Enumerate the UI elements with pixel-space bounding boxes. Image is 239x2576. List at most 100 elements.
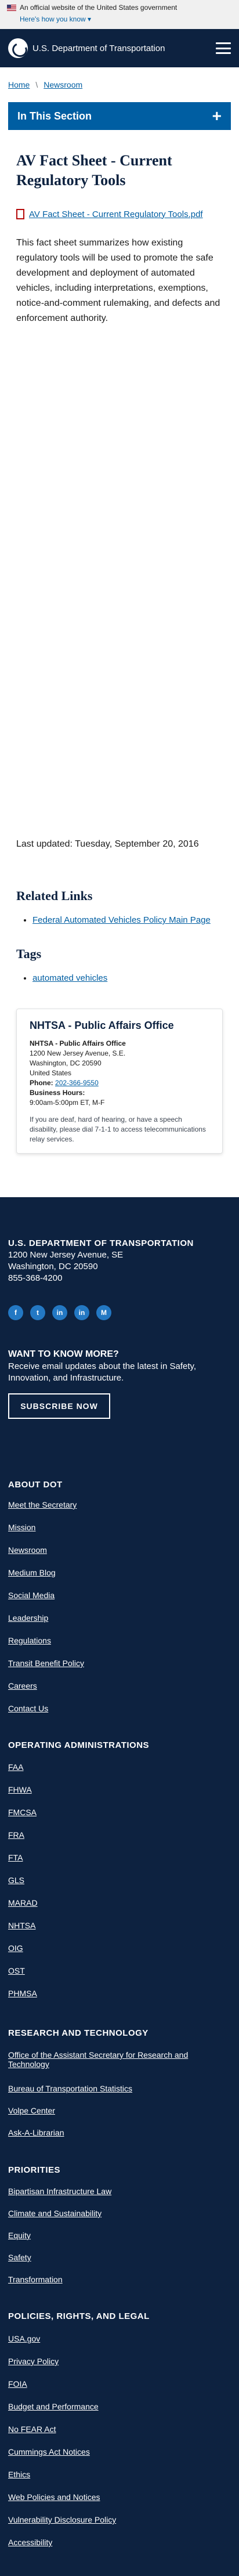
footer-link[interactable]: Social Media (8, 1591, 55, 1600)
footer-link[interactable]: Cummings Act Notices (8, 2447, 90, 2456)
footer-link[interactable]: FMCSA (8, 1808, 37, 1817)
contact-phone-row: Phone: 202-366-9550 (30, 1079, 99, 1087)
footer-link[interactable]: Bureau of Transportation Statistics (8, 2084, 132, 2093)
footer-link[interactable]: OST (8, 1966, 25, 1975)
footer-link[interactable]: USA.gov (8, 2334, 40, 2343)
footer-link[interactable]: Mission (8, 1523, 35, 1532)
list-item: automated vehicles (32, 973, 107, 983)
footer-section-title: ABOUT DOT (8, 1480, 63, 1490)
contact-hours: 9:00am-5:00pm ET, M-F (30, 1099, 105, 1107)
footer-link[interactable]: No FEAR Act (8, 2425, 56, 2434)
footer-link[interactable]: NHTSA (8, 1921, 35, 1930)
gov-banner: An official website of the United States… (0, 0, 239, 29)
footer-link[interactable]: Office of the Assistant Secretary for Re… (8, 2050, 223, 2069)
site-title: U.S. Department of Transportation (32, 43, 165, 53)
footer-section-operating: OPERATING ADMINISTRATIONS (8, 1740, 149, 1750)
footer-link[interactable]: Transit Benefit Policy (8, 1659, 84, 1668)
related-link[interactable]: Federal Automated Vehicles Policy Main P… (32, 915, 211, 925)
footer-section-title: POLICIES, RIGHTS, AND LEGAL (8, 2311, 150, 2321)
site-footer: U.S. DEPARTMENT OF TRANSPORTATION 1200 N… (0, 1197, 239, 2576)
social-links: f t in in M (8, 1305, 111, 1320)
how-you-know-toggle[interactable]: Here's how you know ▾ (20, 15, 232, 23)
footer-link[interactable]: Medium Blog (8, 1568, 56, 1577)
newsletter-title: WANT TO KNOW MORE? (8, 1349, 119, 1359)
tags-heading: Tags (16, 946, 42, 961)
subscribe-button[interactable]: SUBSCRIBE NOW (8, 1393, 110, 1419)
file-attachment: AV Fact Sheet - Current Regulatory Tools… (16, 209, 223, 219)
plus-icon: + (212, 107, 222, 125)
footer-link[interactable]: Contact Us (8, 1704, 48, 1713)
us-flag-icon (7, 4, 16, 11)
last-updated: Last updated: Tuesday, September 20, 201… (16, 839, 199, 849)
breadcrumb-separator: \ (35, 80, 38, 89)
related-links-heading: Related Links (16, 888, 93, 903)
menu-icon[interactable] (216, 42, 231, 54)
page-title: AV Fact Sheet - Current Regulatory Tools (16, 152, 172, 189)
footer-section-title: RESEARCH AND TECHNOLOGY (8, 2028, 149, 2038)
footer-section-title: PRIORITIES (8, 2165, 61, 2175)
footer-link[interactable]: Web Policies and Notices (8, 2492, 100, 2502)
footer-link[interactable]: Volpe Center (8, 2106, 55, 2115)
breadcrumb-newsroom[interactable]: Newsroom (44, 80, 82, 89)
contact-org: NHTSA - Public Affairs Office (30, 1039, 126, 1047)
gov-banner-text: An official website of the United States… (20, 3, 178, 12)
contact-card: NHTSA - Public Affairs Office NHTSA - Pu… (16, 1009, 223, 1154)
footer-link[interactable]: FRA (8, 1830, 24, 1840)
footer-link[interactable]: Leadership (8, 1613, 48, 1623)
footer-street: 1200 New Jersey Avenue, SE (8, 1250, 124, 1260)
instagram-icon[interactable]: in (52, 1305, 67, 1320)
list-item: Federal Automated Vehicles Policy Main P… (32, 915, 211, 925)
footer-link[interactable]: Regulations (8, 1636, 51, 1645)
pdf-file-icon (16, 209, 24, 219)
footer-link[interactable]: Meet the Secretary (8, 1500, 77, 1509)
footer-address: U.S. DEPARTMENT OF TRANSPORTATION 1200 N… (8, 1238, 194, 1284)
footer-link[interactable]: Ethics (8, 2470, 30, 2479)
footer-link[interactable]: FTA (8, 1853, 23, 1862)
site-header: U.S. Department of Transportation (0, 29, 239, 67)
footer-link[interactable]: Vulnerability Disclosure Policy (8, 2515, 116, 2524)
footer-section-research: RESEARCH AND TECHNOLOGY (8, 2028, 149, 2038)
pdf-download-link[interactable]: AV Fact Sheet - Current Regulatory Tools… (29, 209, 203, 219)
contact-phone-link[interactable]: 202-366-9550 (55, 1079, 99, 1087)
footer-link[interactable]: Equity (8, 2231, 31, 2240)
footer-link[interactable]: MARAD (8, 1898, 38, 1907)
footer-link[interactable]: Ask-A-Librarian (8, 2128, 64, 2137)
footer-link[interactable]: Safety (8, 2253, 31, 2262)
tag-link[interactable]: automated vehicles (32, 973, 107, 983)
contact-relay-note: If you are deaf, hard of hearing, or hav… (30, 1115, 206, 1143)
footer-link[interactable]: FAA (8, 1762, 23, 1772)
contact-city: Washington, DC 20590 (30, 1059, 102, 1067)
site-logo-link[interactable]: U.S. Department of Transportation (8, 38, 165, 58)
footer-link[interactable]: Privacy Policy (8, 2357, 59, 2366)
footer-section-priorities: PRIORITIES (8, 2165, 60, 2175)
footer-link[interactable]: FHWA (8, 1785, 32, 1794)
in-this-section-toggle[interactable]: In This Section + (8, 102, 231, 130)
footer-link[interactable]: Accessibility (8, 2538, 52, 2547)
in-this-section-label: In This Section (17, 110, 92, 122)
footer-link[interactable]: Bipartisan Infrastructure Law (8, 2187, 111, 2196)
footer-link[interactable]: Careers (8, 1681, 37, 1690)
footer-link[interactable]: FOIA (8, 2379, 27, 2389)
linkedin-icon[interactable]: in (74, 1305, 89, 1320)
footer-link[interactable]: Newsroom (8, 1545, 47, 1555)
contact-title: NHTSA - Public Affairs Office (30, 1020, 174, 1031)
breadcrumb: Home \ Newsroom (0, 67, 239, 89)
footer-link[interactable]: PHMSA (8, 1989, 37, 1998)
footer-city: Washington, DC 20590 (8, 1262, 98, 1271)
breadcrumb-home[interactable]: Home (8, 80, 30, 89)
footer-link[interactable]: Climate and Sustainability (8, 2209, 102, 2218)
twitter-icon[interactable]: t (30, 1305, 45, 1320)
footer-section-title: OPERATING ADMINISTRATIONS (8, 1740, 150, 1750)
footer-link[interactable]: OIG (8, 1943, 23, 1953)
contact-hours-label: Business Hours: (30, 1089, 85, 1097)
footer-link[interactable]: Budget and Performance (8, 2402, 99, 2411)
footer-section-about: ABOUT DOT (8, 1480, 63, 1490)
medium-icon[interactable]: M (96, 1305, 111, 1320)
contact-country: United States (30, 1069, 72, 1077)
related-links-list: Federal Automated Vehicles Policy Main P… (32, 915, 211, 925)
facebook-icon[interactable]: f (8, 1305, 23, 1320)
tags-list: automated vehicles (32, 973, 107, 983)
footer-org: U.S. DEPARTMENT OF TRANSPORTATION (8, 1238, 194, 1248)
footer-link[interactable]: Transformation (8, 2275, 63, 2284)
footer-link[interactable]: GLS (8, 1876, 24, 1885)
